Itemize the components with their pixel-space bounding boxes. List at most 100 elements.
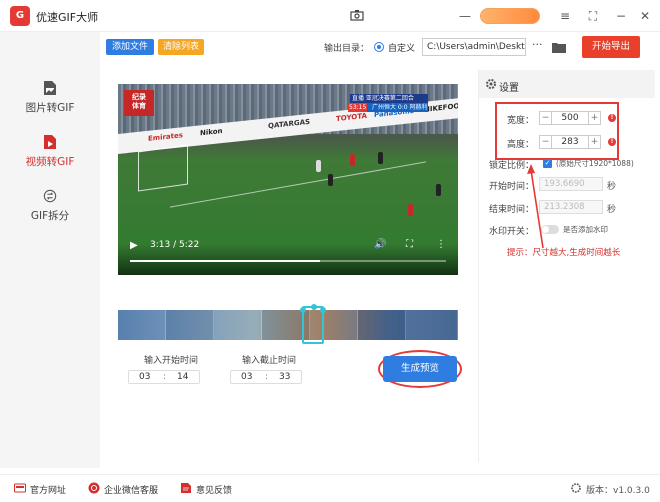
handle-dot[interactable] — [320, 307, 326, 313]
end-time-label: 输入截止时间 — [242, 356, 297, 366]
height-value[interactable]: 283 — [552, 136, 588, 148]
seconds-unit: 秒 — [607, 182, 617, 192]
sidebar-item-label: GIF拆分 — [30, 210, 70, 222]
app-title: 优速GIF大师 — [36, 11, 99, 24]
gear-icon — [486, 79, 496, 89]
timeline-frame — [214, 310, 262, 340]
start-time-label: 输入开始时间 — [144, 356, 199, 366]
time-separator: : — [265, 372, 269, 382]
width-increment[interactable]: + — [588, 112, 600, 124]
width-value[interactable]: 500 — [552, 112, 588, 124]
wechat-icon[interactable] — [88, 482, 100, 494]
goal-frame — [138, 144, 188, 192]
start-min[interactable]: 03 — [139, 372, 150, 382]
camera-icon[interactable] — [350, 8, 364, 22]
minus-icon[interactable]: — — [456, 7, 474, 25]
custom-radio-label[interactable]: 自定义 — [388, 41, 415, 54]
timeline-frame — [166, 310, 214, 340]
play-icon[interactable]: ▶ — [130, 240, 138, 251]
volume-icon[interactable]: 🔊 — [374, 239, 386, 250]
player — [408, 204, 413, 216]
end-sec[interactable]: 33 — [279, 372, 290, 382]
close-icon[interactable]: ✕ — [636, 7, 654, 25]
height-decrement[interactable]: − — [540, 136, 552, 148]
restore-icon[interactable]: − — [612, 7, 630, 25]
custom-radio[interactable] — [374, 42, 384, 52]
annotation-arrow — [527, 164, 544, 249]
width-stepper[interactable]: − 500 + — [539, 111, 601, 125]
more-vertical-icon[interactable]: ⋮ — [436, 239, 446, 250]
settings-panel: 设置 宽度： − 500 + ! 高度： − 283 + ! 锁定比例： ✓ (… — [478, 70, 655, 462]
version-text: 版本：v1.0.3.0 — [586, 486, 650, 496]
ad-text: Emirates — [148, 131, 183, 143]
end-time-field[interactable]: 03 : 33 — [230, 370, 302, 384]
split-icon — [43, 189, 57, 203]
pitch-line — [169, 161, 427, 208]
output-dir-label: 输出目录： — [324, 44, 370, 54]
folder-icon[interactable] — [552, 41, 566, 53]
output-path-input[interactable]: C:\Users\admin\Deskto — [422, 38, 526, 56]
wechat-support-link[interactable]: 企业微信客服 — [104, 483, 158, 496]
fullscreen-icon[interactable]: ⛶ — [406, 239, 413, 250]
scoreboard: 直播 亚冠决赛第二回合 广州恒大 0:0 阿赫利 53:15 — [348, 94, 428, 112]
video-progress-track[interactable] — [130, 260, 446, 262]
timeline-frame — [118, 310, 166, 340]
ad-text: TOYOTA — [336, 111, 367, 124]
sidebar-item-gif-split[interactable]: GIF拆分 — [0, 188, 100, 238]
original-size-text: (原始尺寸1920*1088) — [556, 159, 634, 168]
image-file-icon — [44, 81, 56, 95]
end-min[interactable]: 03 — [241, 372, 252, 382]
feedback-link[interactable]: 意见反馈 — [196, 483, 232, 496]
frame-timeline[interactable] — [118, 310, 458, 340]
website-link[interactable]: 官方网址 — [30, 483, 66, 496]
warning-icon: ! — [608, 114, 616, 122]
channel-logo-badge: 纪录 体育 — [124, 90, 154, 116]
sidebar-item-video-to-gif[interactable]: 视频转GIF — [0, 134, 100, 184]
generate-preview-button[interactable]: 生成预览 — [383, 356, 457, 382]
time-separator: : — [163, 372, 167, 382]
sidebar: 图片转GIF 视频转GIF GIF拆分 — [0, 32, 100, 468]
score-clock: 53:15 — [348, 103, 368, 112]
sidebar-item-label: 视频转GIF — [25, 156, 75, 168]
video-file-icon — [44, 135, 56, 149]
handle-dot[interactable] — [311, 304, 317, 310]
main-area: Emirates Nikon QATARGAS TOYOTA Panasonic… — [100, 70, 472, 462]
menu-icon[interactable]: ≡ — [556, 7, 574, 25]
player — [436, 184, 441, 196]
player — [328, 174, 333, 186]
sidebar-item-image-to-gif[interactable]: 图片转GIF — [0, 80, 100, 130]
toolbar: 添加文件 清除列表 输出目录： 自定义 C:\Users\admin\Deskt… — [100, 32, 660, 62]
title-bar: G 优速GIF大师 — ≡ ⛶ − ✕ — [0, 0, 660, 32]
player — [316, 160, 321, 172]
player — [378, 152, 383, 164]
width-decrement[interactable]: − — [540, 112, 552, 124]
handle-dot[interactable] — [300, 307, 306, 313]
clear-list-button[interactable]: 清除列表 — [158, 39, 204, 55]
more-options-button[interactable]: ··· — [532, 38, 543, 51]
user-status-pill[interactable] — [480, 8, 540, 24]
start-export-button[interactable]: 开始导出 — [582, 36, 640, 58]
feedback-icon[interactable] — [180, 482, 192, 494]
watermark-toggle-label: 是否添加水印 — [563, 225, 608, 234]
seconds-unit: 秒 — [607, 205, 617, 215]
add-file-button[interactable]: 添加文件 — [106, 39, 154, 55]
player — [350, 154, 355, 166]
warning-icon: ! — [608, 138, 616, 146]
app-logo: G — [10, 6, 30, 26]
start-sec[interactable]: 14 — [177, 372, 188, 382]
footer: 官方网址 企业微信客服 意见反馈 版本：v1.0.3.0 — [0, 474, 660, 502]
settings-small-icon[interactable] — [570, 482, 582, 494]
timeline-range-handle[interactable] — [300, 304, 326, 344]
video-player[interactable]: Emirates Nikon QATARGAS TOYOTA Panasonic… — [118, 84, 458, 275]
width-label: 宽度： — [507, 116, 535, 126]
size-tip: 提示：尺寸越大,生成时间越长 — [507, 248, 621, 258]
video-time: 3:13 / 5:22 — [150, 240, 200, 250]
start-time-field[interactable]: 03 : 14 — [128, 370, 200, 384]
settings-header: 设置 — [479, 70, 655, 98]
height-increment[interactable]: + — [588, 136, 600, 148]
website-icon[interactable] — [14, 482, 26, 494]
fullscreen-icon[interactable]: ⛶ — [584, 7, 602, 25]
video-progress-fill — [130, 260, 320, 262]
ad-text: QATARGAS — [268, 117, 311, 131]
height-stepper[interactable]: − 283 + — [539, 135, 601, 149]
